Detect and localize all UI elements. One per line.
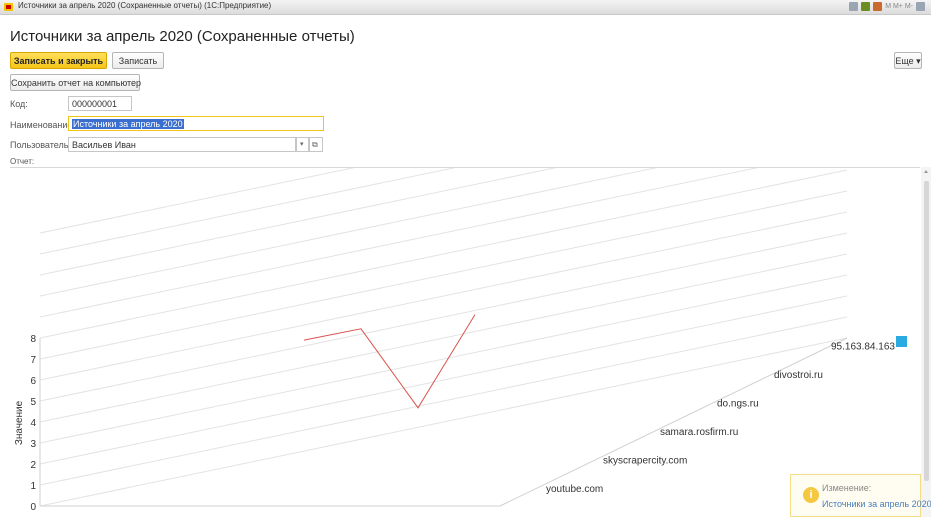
category-label: do.ngs.ru	[717, 399, 759, 410]
chart-gridline	[39, 190, 848, 360]
scroll-up-arrow-icon[interactable]	[924, 170, 928, 173]
change-notification[interactable]: i Изменение: Источники за апрель 2020	[790, 474, 931, 517]
name-field-selected-text: Источники за апрель 2020	[72, 119, 184, 129]
notification-link[interactable]: Источники за апрель 2020	[822, 499, 931, 509]
y-tick-label: 0	[30, 502, 36, 513]
spreadsheet-icon[interactable]	[861, 2, 871, 11]
chart-gridline	[39, 232, 848, 402]
y-tick-label: 8	[30, 334, 36, 345]
calendar-icon[interactable]	[873, 2, 883, 11]
category-label: youtube.com	[546, 484, 603, 495]
report-label: Отчет:	[10, 157, 35, 166]
chart-gridline	[39, 211, 848, 381]
name-field[interactable]: Источники за апрель 2020	[68, 116, 324, 131]
chart-gridline	[39, 64, 848, 234]
legend-marker	[896, 336, 907, 347]
category-label: 95.163.84.163	[831, 342, 895, 353]
category-label: samara.rosfirm.ru	[660, 427, 738, 438]
user-label: Пользователь:	[10, 140, 71, 150]
window-restore-icon[interactable]	[916, 2, 925, 11]
monitor-icon[interactable]	[849, 2, 859, 11]
save-button[interactable]: Записать	[112, 52, 164, 69]
page-title: Источники за апрель 2020 (Сохраненные от…	[10, 28, 355, 45]
code-label: Код:	[10, 99, 28, 109]
category-label: skyscrapercity.com	[603, 456, 687, 467]
chart-gridline	[39, 274, 848, 444]
chart-gridline	[39, 169, 848, 339]
info-icon: i	[803, 487, 819, 503]
scroll-thumb[interactable]	[924, 181, 929, 481]
chart-gridline	[39, 106, 848, 276]
save-report-to-computer-button[interactable]: Сохранить отчет на компьютер	[10, 74, 141, 91]
app-logo-icon	[4, 3, 13, 11]
y-tick-label: 5	[30, 397, 36, 408]
y-tick-label: 2	[30, 460, 36, 471]
chart-gridline	[39, 148, 848, 318]
y-tick-label: 4	[30, 418, 36, 429]
window-controls: M M+ M-	[849, 2, 925, 11]
category-label: divostroi.ru	[774, 370, 823, 381]
name-label: Наименование:	[10, 120, 75, 130]
y-tick-label: 6	[30, 376, 36, 387]
y-axis-label: Значение	[14, 400, 25, 445]
memory-buttons[interactable]: M M+ M-	[885, 2, 913, 11]
chart-scrollbar[interactable]	[921, 167, 931, 517]
code-field[interactable]: 000000001	[68, 96, 132, 111]
window-title: Источники за апрель 2020 (Сохраненные от…	[18, 1, 272, 10]
open-link-icon[interactable]: ⧉	[309, 137, 323, 152]
y-tick-label: 7	[30, 355, 36, 366]
y-tick-label: 3	[30, 439, 36, 450]
report-chart-area: 0 1 2 3 4 5 6 7 8 Значение youtube.com skyscraperci…	[10, 64, 920, 516]
chart-gridline	[39, 85, 848, 255]
save-and-close-button[interactable]: Записать и закрыть	[10, 52, 107, 69]
chart-gridline	[39, 127, 848, 297]
user-dropdown-button[interactable]: ▾	[296, 137, 309, 152]
window-titlebar: Источники за апрель 2020 (Сохраненные от…	[0, 0, 931, 15]
report-chart: 0 1 2 3 4 5 6 7 8 Значение youtube.com skyscraperci…	[14, 64, 907, 513]
chart-gridline	[39, 295, 848, 465]
notification-title: Изменение:	[822, 483, 872, 493]
chart-gridline	[39, 337, 848, 507]
more-menu-button[interactable]: Еще ▾	[894, 52, 922, 69]
user-field[interactable]: Васильев Иван	[68, 137, 296, 152]
y-tick-label: 1	[30, 481, 36, 492]
